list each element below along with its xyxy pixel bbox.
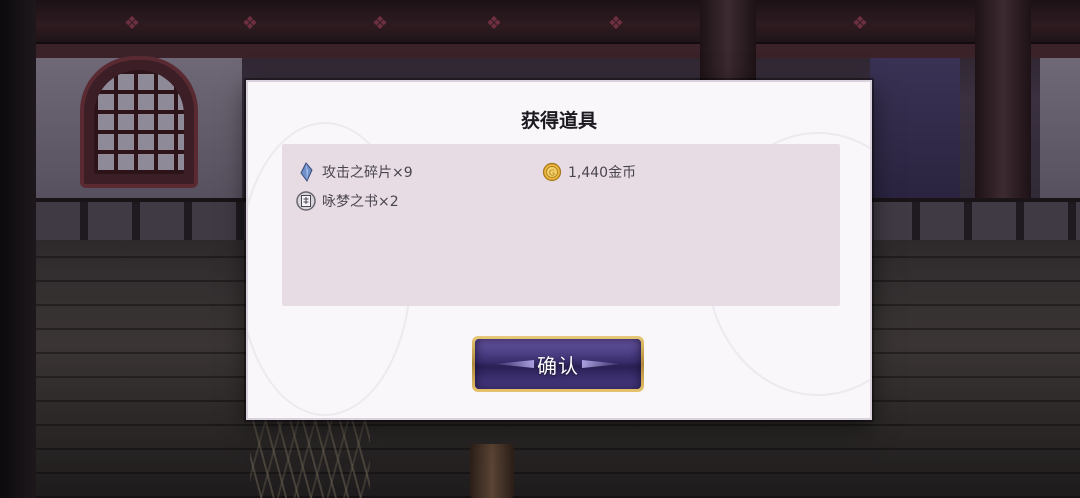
reward-list: 攻击之碎片×9 咏梦之书×2 G 1,440金币 xyxy=(282,144,840,306)
confirm-button[interactable]: 确认 xyxy=(472,336,644,392)
ornament-icon: ❖ xyxy=(123,13,141,34)
reward-dialog: 获得道具 攻击之碎片×9 咏梦之书×2 G 1,440金币 确认 xyxy=(246,80,872,420)
background-window xyxy=(80,56,198,188)
gold-coin-icon: G xyxy=(542,162,562,182)
reward-item-label: 1,440金币 xyxy=(568,165,637,181)
ornament-icon: ❖ xyxy=(851,13,869,34)
reward-item-label: 攻击之碎片×9 xyxy=(322,165,413,181)
book-icon xyxy=(296,191,316,211)
background-grass xyxy=(250,420,370,498)
background-beam xyxy=(0,0,1080,45)
background-wall-panel xyxy=(870,58,960,198)
confirm-button-label: 确认 xyxy=(537,355,579,378)
dialog-title: 获得道具 xyxy=(520,110,597,132)
svg-text:G: G xyxy=(549,169,555,178)
ornament-icon: ❖ xyxy=(371,13,389,34)
reward-item: G 1,440金币 xyxy=(542,161,636,183)
background-left-post xyxy=(0,0,36,498)
reward-item-label: 咏梦之书×2 xyxy=(322,194,399,210)
reward-item: 攻击之碎片×9 xyxy=(296,161,413,183)
ornament-icon: ❖ xyxy=(607,13,625,34)
background-barrel xyxy=(470,444,514,498)
ornament-icon: ❖ xyxy=(485,13,503,34)
ornament-icon: ❖ xyxy=(241,13,259,34)
crystal-shard-icon xyxy=(296,162,316,182)
background-wall-panel xyxy=(1040,58,1080,198)
reward-item: 咏梦之书×2 xyxy=(296,190,399,212)
background-beam-lower xyxy=(0,44,1080,58)
